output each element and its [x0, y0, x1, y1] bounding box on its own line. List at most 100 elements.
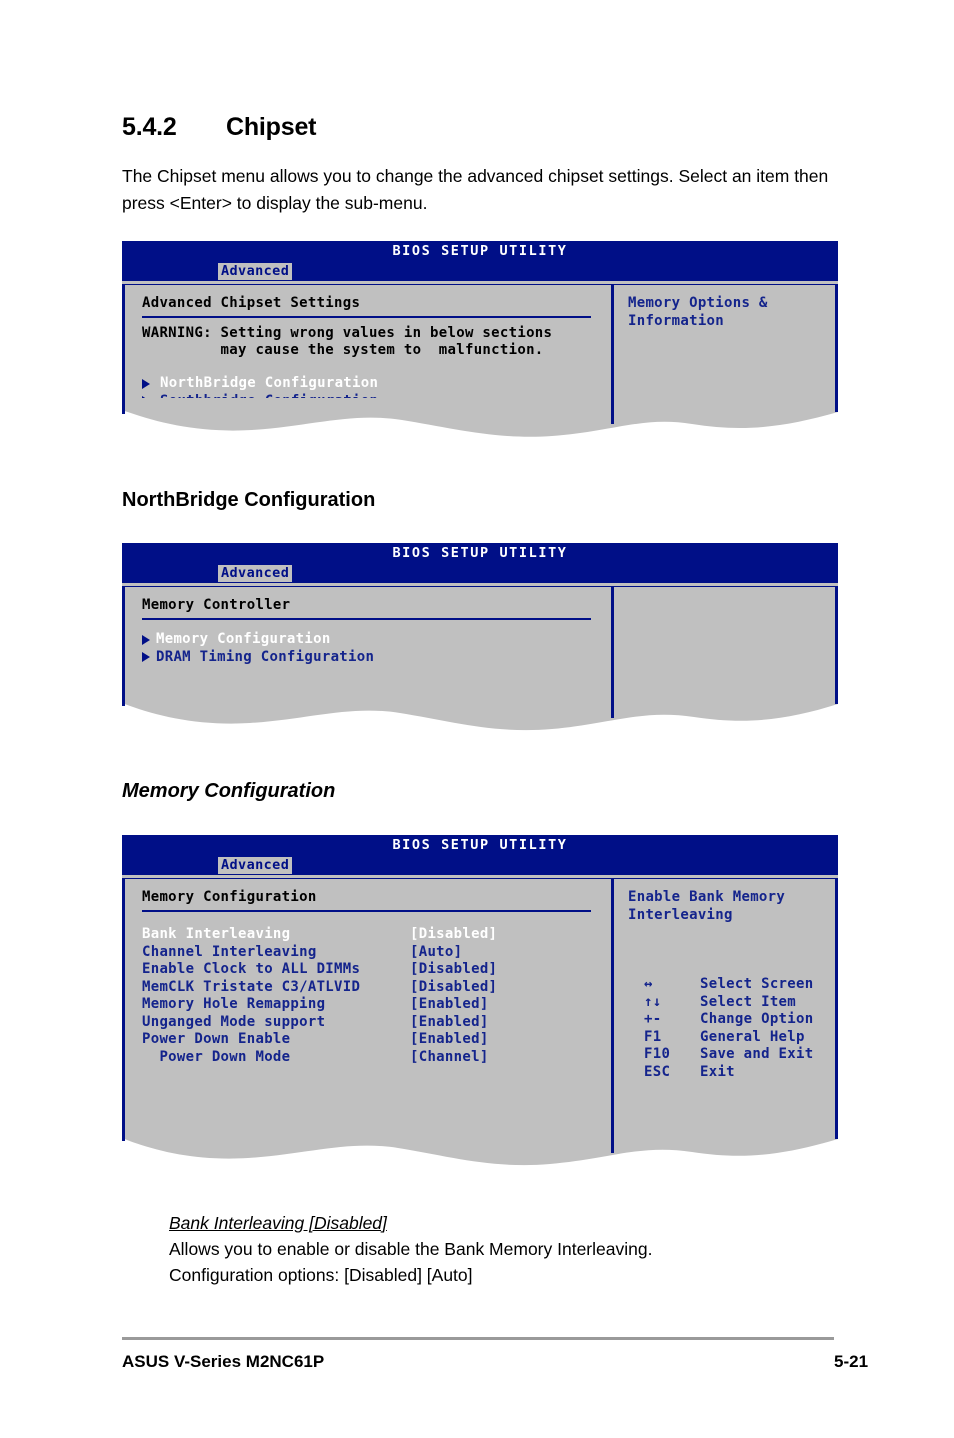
legend-row-select-screen: ↔ Select Screen [644, 976, 835, 994]
option-row-power-down-enable[interactable]: Power Down Enable [Enabled] [142, 1031, 611, 1049]
tab-advanced[interactable]: Advanced [218, 857, 293, 874]
option-label: Enable Clock to ALL DIMMs [142, 961, 361, 977]
bios-screenshot-chipset: BIOS SETUP UTILITY Advanced Advanced Chi… [122, 241, 838, 438]
bios-titlebar: BIOS SETUP UTILITY [122, 835, 838, 856]
select-item-arrows-icon: ↑↓ [644, 993, 662, 1010]
subheading-northbridge: NorthBridge Configuration [122, 489, 376, 511]
bios-body: Memory Controller Memory Configuration D… [122, 583, 838, 693]
legend-action: Exit [700, 1063, 735, 1080]
menu-item-label: Memory Configuration [156, 631, 331, 647]
option-value: [Disabled] [410, 978, 498, 995]
bios-help-pane: Memory Options & Information [611, 284, 838, 399]
esc-key-icon: ESC [644, 1063, 671, 1080]
option-row-memclk-tristate[interactable]: MemCLK Tristate C3/ATLVID [Disabled] [142, 979, 611, 997]
bios-tabbar: Advanced [122, 564, 838, 583]
legend-action: Select Item [700, 993, 797, 1010]
bios-tabbar: Advanced [122, 262, 838, 281]
bios-main-pane: Advanced Chipset Settings WARNING: Setti… [122, 284, 611, 409]
bios-key-legend: ↔ Select Screen ↑↓ Select Item +- Change… [628, 976, 835, 1081]
option-value: [Channel] [410, 1048, 489, 1065]
subheading-memory-configuration: Memory Configuration [122, 780, 336, 802]
bios-titlebar: BIOS SETUP UTILITY [122, 241, 838, 262]
bios-utility-title: BIOS SETUP UTILITY [392, 243, 568, 259]
option-value: [Enabled] [410, 1013, 489, 1030]
document-page: 5.4.2 Chipset The Chipset menu allows yo… [0, 0, 954, 1438]
option-row-power-down-mode[interactable]: Power Down Mode [Channel] [142, 1049, 611, 1067]
description-title: Bank Interleaving [Disabled] [169, 1213, 387, 1233]
submenu-arrow-icon [142, 634, 150, 645]
option-label: MemCLK Tristate C3/ATLVID [142, 978, 361, 995]
f10-key-icon: F10 [644, 1046, 671, 1062]
option-row-bank-interleaving[interactable]: Bank Interleaving [Disabled] [142, 926, 611, 944]
footer-product-name: ASUS V-Series M2NC61P [122, 1352, 325, 1371]
select-screen-arrows-icon: ↔ [644, 976, 653, 992]
bios-section-title: Memory Configuration [142, 889, 591, 912]
footer-page-number: 5-21 [834, 1352, 869, 1371]
menu-item-label: NorthBridge Configuration [160, 375, 379, 391]
legend-action: Change Option [700, 1011, 814, 1027]
option-value: [Enabled] [410, 996, 489, 1012]
option-label: Memory Hole Remapping [142, 996, 326, 1012]
section-title: Chipset [226, 113, 317, 141]
legend-action: General Help [700, 1028, 805, 1045]
bios-menu-list: Memory Configuration DRAM Timing Configu… [142, 631, 611, 666]
legend-action: Select Screen [700, 976, 814, 992]
option-row-channel-interleaving[interactable]: Channel Interleaving [Auto] [142, 944, 611, 962]
bios-main-pane: Memory Controller Memory Configuration D… [122, 586, 611, 693]
legend-row-select-item: ↑↓ Select Item [644, 994, 835, 1012]
plus-minus-keys-icon: +- [644, 1011, 662, 1027]
option-value: [Enabled] [410, 1031, 489, 1047]
submenu-arrow-icon [142, 652, 150, 663]
submenu-arrow-icon [142, 378, 150, 389]
legend-row-change-option: +- Change Option [644, 1011, 835, 1029]
menu-item-memory-configuration[interactable]: Memory Configuration [142, 631, 611, 649]
bios-warning-line-1: WARNING: Setting wrong values in below s… [142, 325, 553, 341]
bios-screenshot-memory-configuration: BIOS SETUP UTILITY Advanced Memory Confi… [122, 835, 838, 1166]
torn-edge-decoration [122, 398, 838, 438]
bios-section-title: Memory Controller [142, 597, 591, 620]
description-line-1: Allows you to enable or disable the Bank… [169, 1239, 653, 1259]
option-label: Unganged Mode support [142, 1013, 326, 1030]
option-value: [Auto] [410, 943, 463, 960]
option-label: Power Down Enable [142, 1031, 291, 1047]
bios-warning-line-2: may cause the system to malfunction. [142, 342, 544, 358]
bios-body: Advanced Chipset Settings WARNING: Setti… [122, 281, 838, 409]
bios-help-pane [611, 586, 838, 693]
bios-help-text: Memory Options & Information [628, 295, 768, 329]
menu-item-label: DRAM Timing Configuration [156, 648, 375, 665]
page-title: 5.4.2 Chipset [122, 113, 316, 142]
section-number: 5.4.2 [122, 113, 177, 141]
torn-edge-decoration [122, 692, 838, 732]
option-label: Power Down Mode [142, 1048, 291, 1065]
footer-divider [122, 1337, 834, 1340]
option-value: [Disabled] [410, 961, 498, 977]
menu-item-northbridge-configuration[interactable]: NorthBridge Configuration [142, 375, 611, 393]
bios-tabbar: Advanced [122, 856, 838, 875]
option-label: Bank Interleaving [142, 926, 291, 942]
legend-row-exit: ESC Exit [644, 1064, 835, 1082]
bios-help-pane: Enable Bank Memory Interleaving ↔ Select… [611, 878, 838, 1127]
bios-option-list: Bank Interleaving [Disabled] Channel Int… [142, 926, 611, 1066]
option-row-unganged-mode-support[interactable]: Unganged Mode support [Enabled] [142, 1014, 611, 1032]
f1-key-icon: F1 [644, 1028, 662, 1045]
legend-row-save-and-exit: F10 Save and Exit [644, 1046, 835, 1064]
option-description-block: Bank Interleaving [Disabled] Allows you … [169, 1210, 809, 1288]
torn-edge-decoration [122, 1126, 838, 1166]
bios-screenshot-northbridge: BIOS SETUP UTILITY Advanced Memory Contr… [122, 543, 838, 732]
option-row-memory-hole-remapping[interactable]: Memory Hole Remapping [Enabled] [142, 996, 611, 1014]
bios-utility-title: BIOS SETUP UTILITY [392, 837, 568, 853]
bios-utility-title: BIOS SETUP UTILITY [392, 545, 568, 561]
bios-body: Memory Configuration Bank Interleaving [… [122, 875, 838, 1127]
bios-main-pane: Memory Configuration Bank Interleaving [… [122, 878, 611, 1127]
bios-section-title: Advanced Chipset Settings [142, 295, 591, 318]
tab-advanced[interactable]: Advanced [218, 263, 293, 280]
intro-paragraph: The Chipset menu allows you to change th… [122, 166, 829, 213]
bios-titlebar: BIOS SETUP UTILITY [122, 543, 838, 564]
bios-help-text: Enable Bank Memory Interleaving [628, 889, 786, 923]
legend-action: Save and Exit [700, 1046, 814, 1062]
legend-row-general-help: F1 General Help [644, 1029, 835, 1047]
option-row-enable-clock-to-all-dimms[interactable]: Enable Clock to ALL DIMMs [Disabled] [142, 961, 611, 979]
tab-advanced[interactable]: Advanced [218, 565, 293, 582]
option-value: [Disabled] [410, 926, 498, 942]
menu-item-dram-timing-configuration[interactable]: DRAM Timing Configuration [142, 649, 611, 667]
